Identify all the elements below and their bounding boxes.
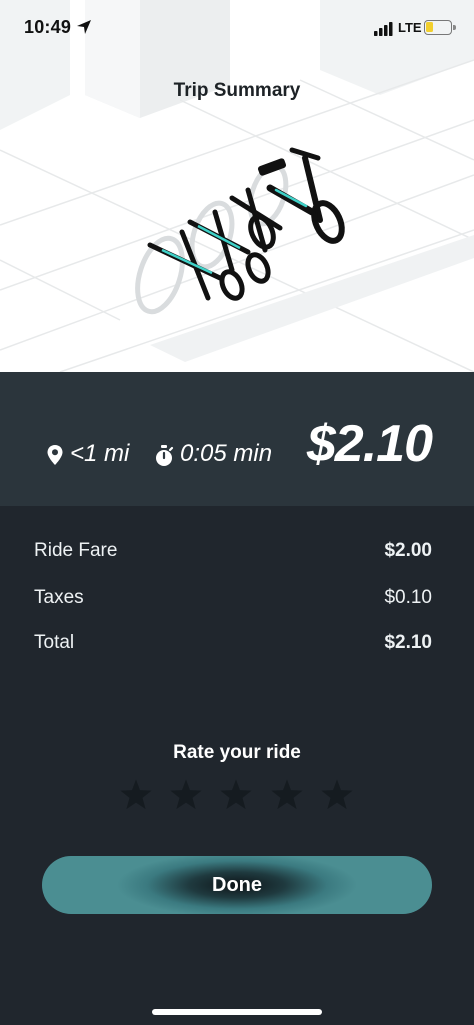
home-indicator[interactable]: [152, 1009, 322, 1015]
fare-value: $0.10: [384, 587, 432, 608]
status-time: 10:49: [24, 17, 72, 37]
cellular-signal-icon: [374, 22, 393, 36]
fare-value: $2.10: [384, 632, 432, 653]
trip-illustration: 10:49 LTE Trip Summary: [0, 0, 474, 372]
location-pin-icon: [47, 445, 63, 465]
star-5-icon[interactable]: [320, 778, 354, 812]
star-3-icon[interactable]: [219, 778, 253, 812]
trip-distance: <1 mi: [70, 440, 130, 467]
scooters-icon: [135, 147, 345, 315]
fare-row-taxes: Taxes $0.10: [34, 587, 432, 613]
trip-total-price: $2.10: [306, 415, 433, 473]
fare-label: Taxes: [34, 587, 84, 608]
star-1-icon[interactable]: [119, 778, 153, 812]
status-bar: 10:49 LTE: [0, 0, 474, 56]
network-type: LTE: [398, 20, 422, 35]
battery-cap: [453, 25, 456, 30]
done-button[interactable]: Done: [42, 856, 432, 914]
fare-row-total: Total $2.10: [34, 632, 432, 658]
fare-row-ride-fare: Ride Fare $2.00: [34, 540, 432, 566]
rate-ride-title: Rate your ride: [173, 742, 301, 763]
fare-value: $2.00: [384, 540, 432, 561]
star-2-icon[interactable]: [169, 778, 203, 812]
fare-label: Ride Fare: [34, 540, 118, 561]
fare-label: Total: [34, 632, 75, 653]
location-arrow-icon: [77, 20, 91, 34]
star-4-icon[interactable]: [270, 778, 304, 812]
battery-icon: [424, 20, 452, 35]
page-title: Trip Summary: [173, 80, 301, 101]
star-rating: [0, 778, 474, 818]
trip-duration: 0:05 min: [180, 440, 273, 467]
stopwatch-icon: [156, 445, 174, 466]
